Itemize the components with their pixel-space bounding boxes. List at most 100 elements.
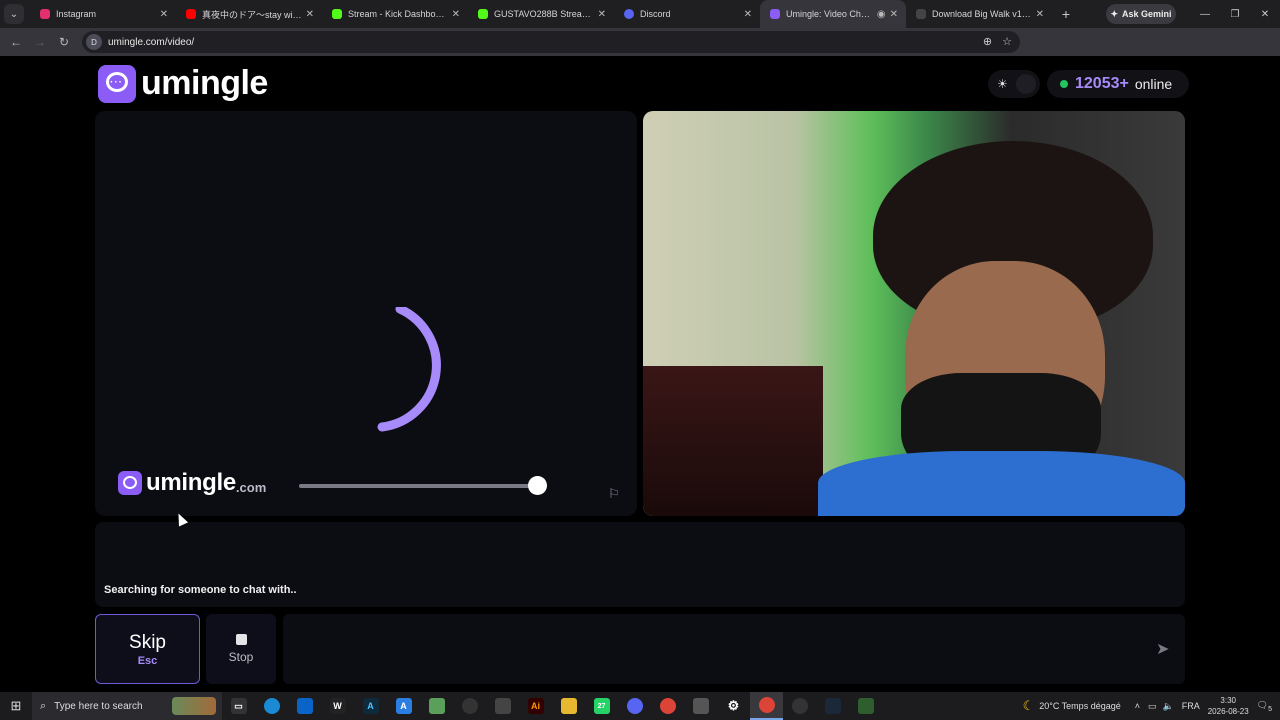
chrome-active-icon[interactable] [750,692,783,720]
online-label: online [1134,76,1173,92]
close-icon[interactable]: ✕ [744,9,752,20]
new-tab-button[interactable]: + [1056,6,1076,22]
close-icon[interactable]: ✕ [452,9,460,20]
tab-umingle[interactable]: Umingle: Video Chat w ◉ ✕ [760,0,906,28]
app-icon[interactable] [849,692,882,720]
tab-label: Instagram [56,9,97,19]
discord-icon[interactable] [618,692,651,720]
url-text[interactable]: umingle.com/video/ [108,37,194,48]
volume-icon[interactable]: 🔈 [1163,701,1174,712]
close-icon[interactable]: ✕ [890,9,898,20]
site-info-icon[interactable]: D [86,34,102,50]
skip-button[interactable]: Skip Esc [95,614,200,684]
instagram-icon [40,9,50,19]
tab-label: 真夜中のドア〜stay with me [202,9,302,20]
tab-label: Discord [640,9,671,19]
network-icon[interactable]: ▭ [1148,701,1157,712]
umingle-icon [770,9,780,19]
clock-time: 3:30 [1220,696,1236,705]
app-icon[interactable] [684,692,717,720]
theme-toggle[interactable]: ☀ [988,70,1040,98]
bookmark-star-icon[interactable]: ☆ [1002,35,1012,48]
weather-text: 20°C Temps dégagé [1039,701,1121,711]
message-input[interactable] [283,614,1185,684]
volume-slider[interactable] [299,476,547,495]
whatsapp-icon[interactable]: 27 [585,692,618,720]
tab-kick-stream[interactable]: GUSTAVO288B Stream - W ✕ [468,0,614,28]
tab-download[interactable]: Download Big Walk v1.4.7.2 ✕ [906,0,1052,28]
task-view-icon[interactable]: ▭ [222,692,255,720]
watermark-brand: umingle [146,469,236,496]
video-app-icon[interactable] [486,692,519,720]
stop-icon [235,634,247,645]
edge-icon[interactable] [255,692,288,720]
app-w-icon[interactable]: W [321,692,354,720]
chat-bubble-icon: ··· [98,64,136,103]
taskbar-search[interactable]: ⌕ Type here to search [32,692,222,720]
stranger-video-panel: umingle .com ⚐ [95,111,637,516]
site-logo[interactable]: ··· umingle [98,64,268,103]
close-icon[interactable]: ✕ [1036,9,1044,20]
tab-instagram[interactable]: Instagram ✕ [30,0,176,28]
skip-shortcut: Esc [137,654,158,667]
browser-tab-strip: ⌄ Instagram ✕ 真夜中のドア〜stay with me ✕ Stre… [0,0,1280,28]
tab-discord[interactable]: Discord ✕ [614,0,760,28]
tab-label: Download Big Walk v1.4.7.2 [932,9,1032,19]
obs-icon[interactable] [453,692,486,720]
watermark-tld: .com [235,479,267,495]
tab-youtube[interactable]: 真夜中のドア〜stay with me ✕ [176,0,322,28]
report-flag-icon[interactable]: ⚐ [608,486,620,502]
ask-gemini-button[interactable]: ✦ Ask Gemini [1106,4,1176,24]
windows-start-icon[interactable]: ⊞ [0,698,32,714]
app-icon[interactable] [783,692,816,720]
chat-status-text: Searching for someone to chat with.. [104,584,297,596]
tab-label: GUSTAVO288B Stream - W [494,9,594,19]
close-icon[interactable]: ✕ [598,9,606,20]
online-status-dot [1060,80,1068,88]
minimize-button[interactable]: — [1190,0,1220,28]
zoom-icon[interactable]: ⊕ [983,35,992,48]
chevron-up-icon[interactable]: ˄ [1135,701,1140,711]
close-window-button[interactable]: ✕ [1250,0,1280,28]
chat-log: Searching for someone to chat with.. [95,522,1185,607]
tab-label: Umingle: Video Chat w [786,9,873,19]
restore-button[interactable]: ❐ [1220,0,1250,28]
stop-button[interactable]: Stop [206,614,276,684]
tab-kick-dashboard[interactable]: Stream - Kick Dashboard ✕ [322,0,468,28]
umingle-watermark: umingle .com [118,469,266,497]
chat-bubble-icon [118,471,142,495]
language-indicator[interactable]: FRA [1182,701,1200,711]
settings-gear-icon[interactable]: ⚙ [717,692,750,720]
app-a-icon[interactable]: A [354,692,387,720]
skip-label: Skip [129,631,166,653]
sun-icon: ☀ [997,77,1008,91]
chrome-icon[interactable] [651,692,684,720]
notification-count: 5 [1268,705,1272,713]
page: ··· umingle ☀ 12053+ online umingle .com… [0,56,1280,692]
windows-taskbar: ⊞ ⌕ Type here to search ▭ W A A Ai 27 ⚙ … [0,692,1280,720]
calculator-icon[interactable] [420,692,453,720]
send-icon[interactable]: ➤ [1156,639,1169,659]
notification-icon[interactable]: 🗨5 [1257,700,1272,713]
app-store-a-icon[interactable]: A [387,692,420,720]
close-icon[interactable]: ✕ [160,9,168,20]
weather-widget[interactable]: ☾ 20°C Temps dégagé [1023,698,1121,714]
outlook-icon[interactable] [288,692,321,720]
close-icon[interactable]: ✕ [306,9,314,20]
online-counter: 12053+ online [1047,70,1189,98]
tab-label: Stream - Kick Dashboard [348,9,448,19]
back-arrow-icon[interactable]: ← [4,35,28,49]
forward-arrow-icon[interactable]: → [28,35,52,49]
recording-icon: ◉ [876,8,886,20]
omnibox[interactable]: D umingle.com/video/ ⊕ ☆ [82,31,1020,53]
clock[interactable]: 3:30 2026-08-23 [1208,695,1249,717]
steam-icon[interactable] [816,692,849,720]
file-explorer-icon[interactable] [552,692,585,720]
self-webcam-video [643,111,1185,516]
illustrator-icon[interactable]: Ai [519,692,552,720]
online-count: 12053+ [1075,75,1129,92]
tab-search-button[interactable]: ⌄ [4,4,24,24]
volume-slider-thumb[interactable] [527,476,547,495]
reload-icon[interactable]: ↻ [52,35,76,49]
taskbar-search-placeholder: Type here to search [54,700,143,712]
